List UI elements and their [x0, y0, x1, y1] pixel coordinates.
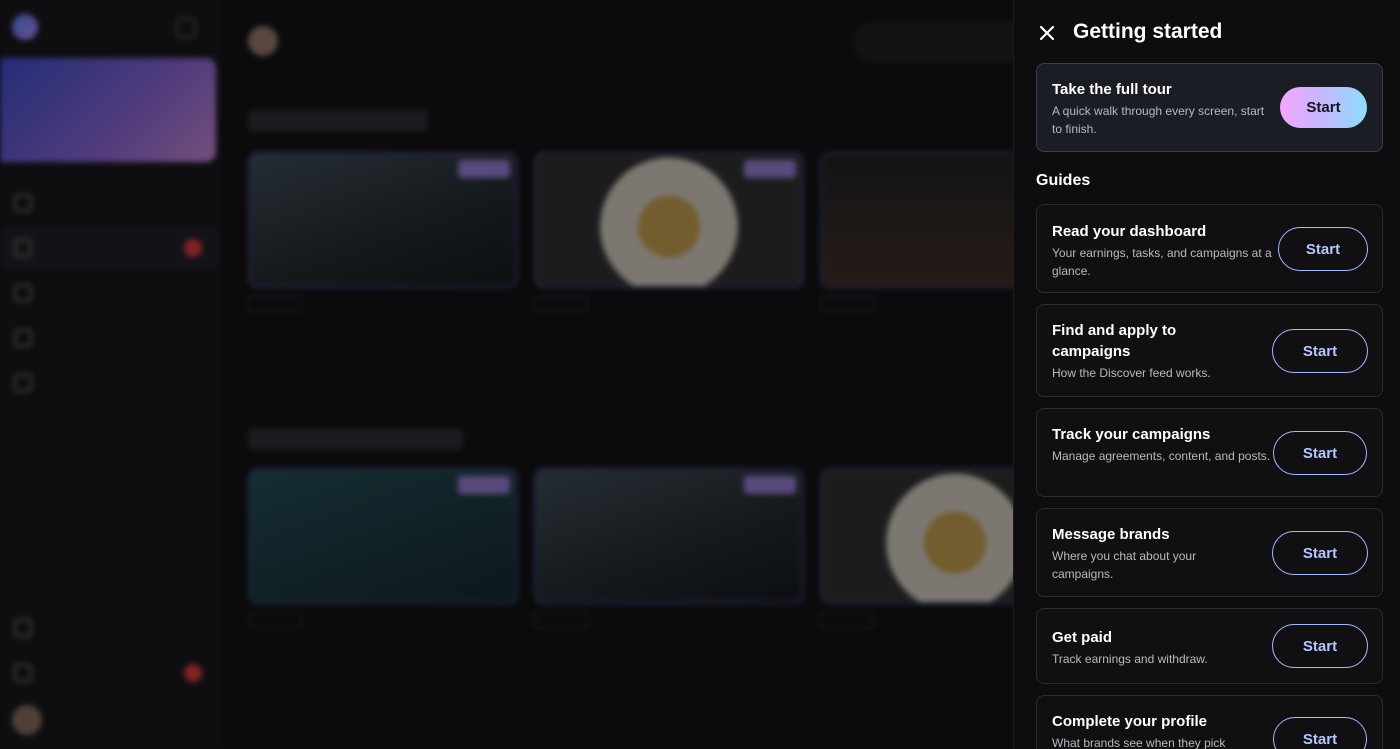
- dollar-icon: [14, 373, 32, 392]
- guide-description: Where you chat about your campaigns.: [1052, 549, 1197, 581]
- guide-text: Message brands Where you chat about your…: [1052, 524, 1272, 583]
- guide-title: Find and apply to campaigns: [1052, 322, 1177, 360]
- guide-description: What brands see when they pick: [1052, 736, 1226, 749]
- sidebar-item-my-work[interactable]: [0, 315, 220, 360]
- home-icon: [14, 193, 32, 212]
- close-button[interactable]: [1036, 22, 1058, 44]
- guide-text: Track your campaigns Manage agreements, …: [1052, 424, 1272, 465]
- sidebar-item-earnings[interactable]: [0, 360, 220, 405]
- guide-start-button[interactable]: Start: [1273, 431, 1367, 475]
- logo: [12, 14, 48, 40]
- greeting: [248, 26, 278, 56]
- campaign-chip: [248, 612, 302, 628]
- guide-description: Your earnings, tasks, and campaigns at a…: [1052, 246, 1272, 278]
- panel-title: Getting started: [1073, 20, 1223, 43]
- campaign-chip: [820, 296, 874, 312]
- panel-header: Getting started: [1014, 0, 1400, 64]
- sidebar-item-notifications[interactable]: [0, 650, 220, 695]
- guide-title: Complete your profile: [1052, 713, 1208, 730]
- getting-started-panel: Getting started Take the full tour A qui…: [1013, 0, 1400, 749]
- campaign-chip: [820, 612, 874, 628]
- sidebar-collapse-icon[interactable]: [176, 18, 196, 38]
- notifications-badge: [184, 664, 202, 682]
- campaign-chip: [534, 612, 588, 628]
- guide-icon: [14, 618, 32, 637]
- sidebar-item-messages[interactable]: [0, 270, 220, 315]
- guide-title: Get paid: [1052, 629, 1113, 646]
- guide-title: Read your dashboard: [1052, 223, 1207, 240]
- campaign-chip: [534, 296, 588, 312]
- guide-text: Read your dashboard Your earnings, tasks…: [1052, 221, 1272, 280]
- campaign-chip: [248, 296, 302, 312]
- guide-description: Track earnings and withdraw.: [1052, 652, 1208, 666]
- section-title-2: [248, 428, 463, 450]
- sidebar: [0, 0, 220, 749]
- guides-heading: Guides: [1036, 172, 1091, 189]
- guide-text: Get paid Track earnings and withdraw.: [1052, 627, 1272, 668]
- campaign-image: [248, 152, 518, 288]
- campaign-card[interactable]: [534, 152, 804, 312]
- bell-icon: [14, 663, 32, 682]
- sidebar-item-dashboard[interactable]: [0, 180, 220, 225]
- logo-icon: [12, 14, 38, 40]
- sidebar-item-guide[interactable]: [0, 605, 220, 650]
- sidebar-bottom: [0, 605, 220, 745]
- sidebar-profile[interactable]: [0, 695, 220, 745]
- discover-badge: [184, 239, 202, 257]
- briefcase-icon: [14, 328, 32, 347]
- guide-card-dashboard: Read your dashboard Your earnings, tasks…: [1036, 204, 1383, 293]
- guide-start-button[interactable]: Start: [1272, 531, 1368, 575]
- campaign-tag: [744, 476, 796, 494]
- campaign-image: [534, 468, 804, 604]
- section-title-1: [248, 110, 428, 132]
- sidebar-item-discover[interactable]: [0, 225, 220, 270]
- campaign-tag: [458, 160, 510, 178]
- send-icon: [14, 283, 32, 302]
- campaign-image: [248, 468, 518, 604]
- greeting-avatar: [248, 26, 278, 56]
- guide-start-button[interactable]: Start: [1272, 624, 1368, 668]
- guide-title: Message brands: [1052, 526, 1170, 543]
- tour-start-button[interactable]: Start: [1280, 87, 1367, 128]
- sidebar-nav: [0, 180, 220, 405]
- tour-card: Take the full tour A quick walk through …: [1036, 63, 1383, 152]
- campaign-card[interactable]: [248, 152, 518, 312]
- guide-start-button[interactable]: Start: [1273, 717, 1367, 749]
- tour-text: Take the full tour A quick walk through …: [1052, 79, 1272, 138]
- guide-description: Manage agreements, content, and posts.: [1052, 449, 1271, 463]
- guide-title: Track your campaigns: [1052, 426, 1211, 443]
- avatar: [12, 705, 42, 735]
- guide-start-button[interactable]: Start: [1272, 329, 1368, 373]
- campaign-card[interactable]: [248, 468, 518, 628]
- guide-text: Find and apply to campaigns How the Disc…: [1052, 320, 1272, 382]
- campaign-tag: [458, 476, 510, 494]
- guide-start-button[interactable]: Start: [1278, 227, 1368, 271]
- guide-card-payments: Get paid Track earnings and withdraw. St…: [1036, 608, 1383, 684]
- campaign-tag: [744, 160, 796, 178]
- balance-card[interactable]: [0, 58, 216, 162]
- search-icon: [14, 238, 32, 257]
- tour-title: Take the full tour: [1052, 81, 1172, 98]
- guide-description: How the Discover feed works.: [1052, 366, 1211, 380]
- guide-card-track: Track your campaigns Manage agreements, …: [1036, 408, 1383, 497]
- close-icon: [1039, 25, 1055, 41]
- campaign-image: [534, 152, 804, 288]
- guide-card-profile: Complete your profile What brands see wh…: [1036, 695, 1383, 749]
- tour-description: A quick walk through every screen, start…: [1052, 104, 1265, 136]
- guide-card-discover: Find and apply to campaigns How the Disc…: [1036, 304, 1383, 397]
- guide-text: Complete your profile What brands see wh…: [1052, 711, 1272, 749]
- campaign-card[interactable]: [534, 468, 804, 628]
- guide-card-messages: Message brands Where you chat about your…: [1036, 508, 1383, 597]
